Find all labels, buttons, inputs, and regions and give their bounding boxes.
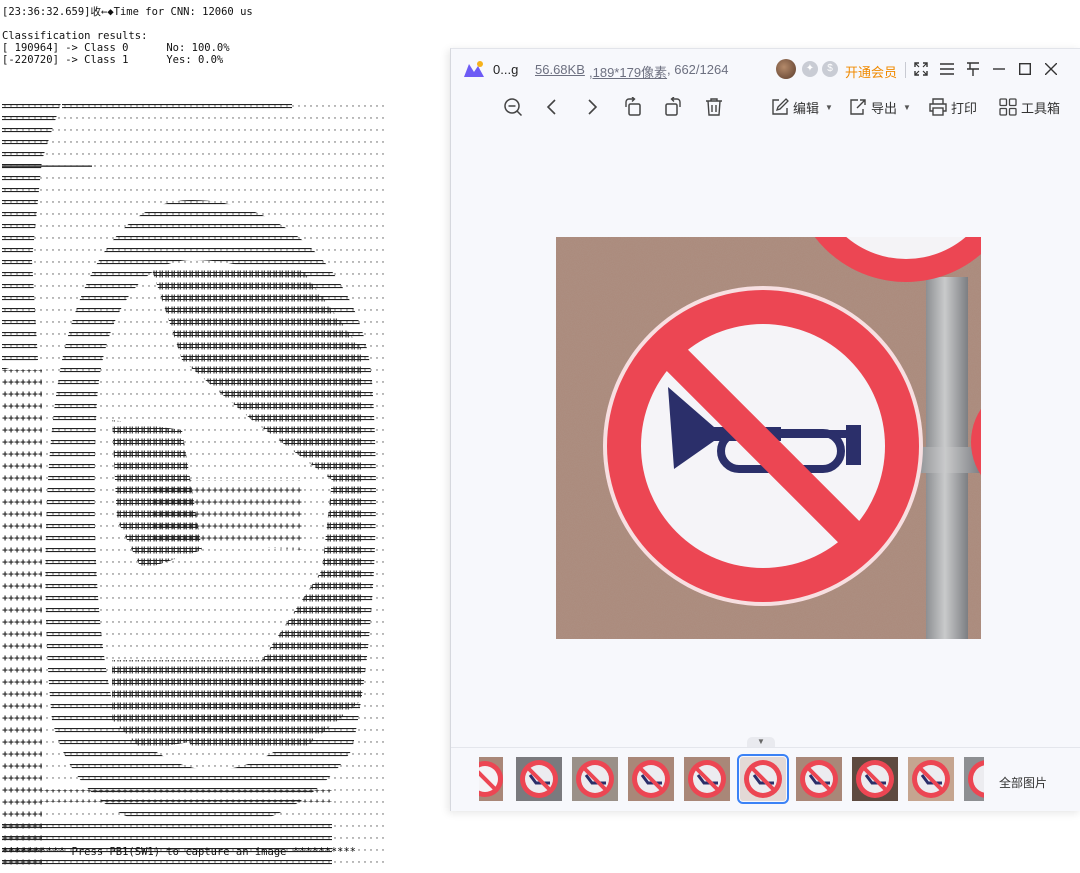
titlebar-divider (905, 62, 906, 78)
thumbnail[interactable] (852, 757, 898, 801)
thumbnail[interactable] (964, 757, 984, 801)
thumbnail[interactable] (796, 757, 842, 801)
export-icon (850, 99, 866, 115)
term-line-heading: Classification results: (2, 30, 148, 42)
viewer-titlebar: 0...g 56.68KB ,189*179像素 , 662/1264 ✦ $ … (451, 49, 1080, 89)
pin-icon[interactable] (961, 57, 985, 81)
file-dimensions[interactable]: ,189*179像素 (589, 62, 667, 81)
image-viewer-window: 0...g 56.68KB ,189*179像素 , 662/1264 ✦ $ … (450, 48, 1080, 811)
main-image[interactable] (556, 237, 981, 639)
ascii-image-render (2, 76, 386, 868)
file-size[interactable]: 56.68KB (535, 62, 585, 77)
print-label: 打印 (951, 100, 978, 116)
close-icon[interactable] (1039, 57, 1063, 81)
term-footer-prompt: ********** Press PB1(SW1) to capture an … (2, 846, 357, 858)
print-icon (929, 98, 947, 116)
edit-label: 编辑 (793, 100, 820, 116)
rotate-left-icon[interactable] (623, 95, 643, 119)
serial-terminal: [23:36:32.659]收←◆Time for CNN: 12060 us … (0, 0, 448, 873)
edit-button[interactable]: 编辑 ▼ (771, 95, 833, 119)
file-index: , 662/1264 (667, 62, 729, 77)
ascii-art-graphic (2, 100, 386, 868)
chevron-down-icon: ▼ (903, 102, 911, 112)
zoom-out-icon[interactable] (503, 95, 523, 119)
minimize-icon[interactable] (987, 57, 1011, 81)
thumbnail[interactable] (684, 757, 730, 801)
badge-icon[interactable]: ✦ (802, 61, 818, 77)
no-horn-sign-photo (556, 237, 981, 639)
toolbox-icon (999, 98, 1017, 116)
strip-toggle-icon[interactable]: ▼ (747, 737, 775, 747)
maximize-icon[interactable] (1013, 57, 1037, 81)
thumbnail[interactable] (572, 757, 618, 801)
avatar[interactable] (776, 59, 796, 79)
fullscreen-icon[interactable] (909, 57, 933, 81)
badge-icon[interactable]: $ (822, 61, 838, 77)
app-logo-icon (464, 61, 484, 77)
toolbox-label: 工具箱 (1021, 100, 1061, 116)
file-name: 0...g (493, 62, 519, 77)
toolbox-button[interactable]: 工具箱 (999, 95, 1060, 119)
menu-icon[interactable] (935, 57, 959, 81)
viewer-toolbar: 编辑 ▼ 导出 ▼ 打印 工具箱 (451, 89, 1080, 125)
thumbnail[interactable] (628, 757, 674, 801)
thumbnail[interactable] (516, 757, 562, 801)
export-button[interactable]: 导出 ▼ (849, 95, 911, 119)
prev-icon[interactable] (545, 95, 559, 119)
print-button[interactable]: 打印 (929, 95, 977, 119)
thumbnail[interactable] (908, 757, 954, 801)
rotate-right-icon[interactable] (663, 95, 683, 119)
delete-icon[interactable] (705, 95, 723, 119)
thumbnail[interactable] (479, 757, 503, 801)
edit-icon (772, 98, 789, 115)
vip-link[interactable]: 开通会员 (845, 62, 897, 81)
next-icon[interactable] (585, 95, 599, 119)
strip-divider (451, 747, 1080, 748)
term-line-timing: [23:36:32.659]收←◆Time for CNN: 12060 us (2, 6, 253, 18)
term-line-class1: [-220720] -> Class 1 Yes: 0.0% (2, 54, 224, 66)
all-images-button[interactable]: 全部图片 (999, 774, 1047, 791)
term-line-class0: [ 190964] -> Class 0 No: 100.0% (2, 42, 230, 54)
chevron-down-icon: ▼ (825, 102, 833, 112)
export-label: 导出 (871, 100, 898, 116)
thumbnail-selected[interactable] (737, 754, 789, 804)
